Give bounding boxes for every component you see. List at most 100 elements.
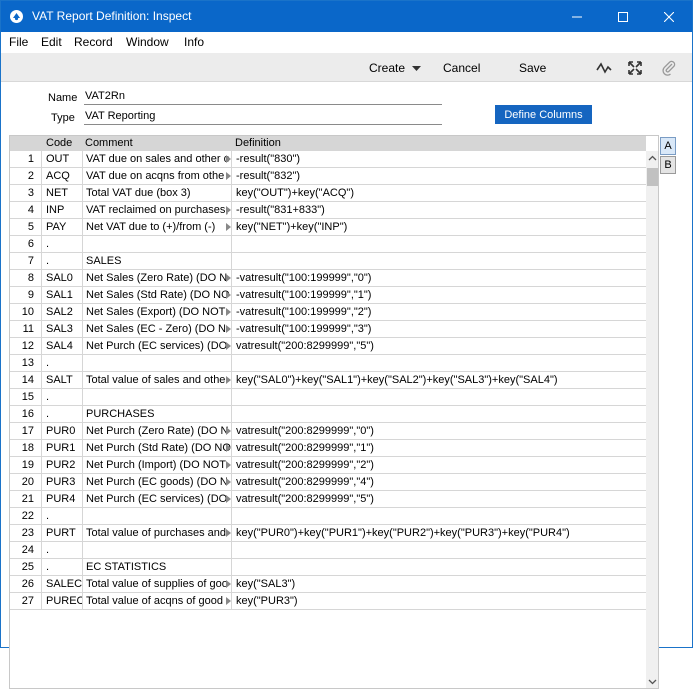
table-row[interactable]: 27 PUREC Total value of acqns of good key("… [10, 593, 646, 610]
definition-cell[interactable]: key("SAL0")+key("SAL1")+key("SAL2")+key(… [232, 372, 646, 388]
scroll-thumb[interactable] [647, 168, 658, 186]
code-cell[interactable]: SAL0 [42, 270, 83, 286]
table-row[interactable]: 1 OUT VAT due on sales and other o -result(… [10, 151, 646, 168]
save-button[interactable]: Save [519, 61, 546, 75]
table-row[interactable]: 13. [10, 355, 646, 372]
type-field[interactable]: VAT Reporting [84, 109, 442, 125]
menu-edit[interactable]: Edit [41, 35, 62, 49]
comment-cell[interactable]: Total value of supplies of goo [83, 576, 232, 592]
code-cell[interactable]: PURT [42, 525, 83, 541]
name-field[interactable]: VAT2Rn [84, 89, 442, 105]
comment-cell[interactable] [83, 508, 232, 524]
row-number-cell[interactable]: 22 [10, 508, 42, 524]
code-cell[interactable]: . [42, 508, 83, 524]
tab-b[interactable]: B [660, 156, 676, 174]
comment-cell[interactable] [83, 355, 232, 371]
code-cell[interactable]: SAL4 [42, 338, 83, 354]
row-number-cell[interactable]: 11 [10, 321, 42, 337]
row-number-cell[interactable]: 16 [10, 406, 42, 422]
table-row[interactable]: 21 PUR4 Net Purch (EC services) (DO vatresu… [10, 491, 646, 508]
table-row[interactable]: 26 SALEC Total value of supplies of goo key… [10, 576, 646, 593]
comment-cell[interactable]: VAT due on sales and other o [83, 151, 232, 167]
code-cell[interactable]: . [42, 355, 83, 371]
close-button[interactable] [646, 1, 692, 32]
code-cell[interactable]: . [42, 253, 83, 269]
row-number-cell[interactable]: 3 [10, 185, 42, 201]
row-number-cell[interactable]: 26 [10, 576, 42, 592]
scroll-up-icon[interactable] [648, 154, 657, 163]
code-cell[interactable]: SALT [42, 372, 83, 388]
vertical-scrollbar[interactable] [646, 151, 658, 688]
table-row[interactable]: 3 NET Total VAT due (box 3) key("OUT")+key(… [10, 185, 646, 202]
code-cell[interactable]: SALEC [42, 576, 83, 592]
definition-cell[interactable] [232, 559, 646, 575]
definition-cell[interactable]: -vatresult("100:199999","2") [232, 304, 646, 320]
definition-cell[interactable]: key("PUR0")+key("PUR1")+key("PUR2")+key(… [232, 525, 646, 541]
definition-cell[interactable]: vatresult("200:8299999","0") [232, 423, 646, 439]
definition-cell[interactable]: key("PUR3") [232, 593, 646, 609]
comment-cell[interactable]: Net Purch (EC services) (DO [83, 491, 232, 507]
code-cell[interactable]: INP [42, 202, 83, 218]
definition-cell[interactable]: -result("830") [232, 151, 646, 167]
code-cell[interactable]: . [42, 389, 83, 405]
row-number-cell[interactable]: 13 [10, 355, 42, 371]
table-row[interactable]: 10 SAL2 Net Sales (Export) (DO NOT -vatresu… [10, 304, 646, 321]
table-row[interactable]: 22. [10, 508, 646, 525]
table-row[interactable]: 15. [10, 389, 646, 406]
table-row[interactable]: 6. [10, 236, 646, 253]
row-number-cell[interactable]: 21 [10, 491, 42, 507]
code-cell[interactable]: . [42, 542, 83, 558]
menu-window[interactable]: Window [126, 35, 169, 49]
table-row[interactable]: 18 PUR1 Net Purch (Std Rate) (DO NO vatresu… [10, 440, 646, 457]
table-row[interactable]: 25. EC STATISTICS [10, 559, 646, 576]
definition-cell[interactable]: -vatresult("100:199999","0") [232, 270, 646, 286]
expand-icon[interactable] [626, 59, 644, 77]
definition-cell[interactable] [232, 253, 646, 269]
row-number-cell[interactable]: 8 [10, 270, 42, 286]
table-row[interactable]: 4 INP VAT reclaimed on purchases, -result("… [10, 202, 646, 219]
definition-cell[interactable] [232, 389, 646, 405]
definition-cell[interactable]: vatresult("200:8299999","2") [232, 457, 646, 473]
definition-cell[interactable]: vatresult("200:8299999","4") [232, 474, 646, 490]
code-cell[interactable]: PUR4 [42, 491, 83, 507]
code-cell[interactable]: PUR2 [42, 457, 83, 473]
row-number-cell[interactable]: 24 [10, 542, 42, 558]
code-cell[interactable]: SAL1 [42, 287, 83, 303]
comment-cell[interactable]: Net Purch (Zero Rate) (DO N [83, 423, 232, 439]
table-row[interactable]: 20 PUR3 Net Purch (EC goods) (DO N vatresul… [10, 474, 646, 491]
row-number-cell[interactable]: 23 [10, 525, 42, 541]
comment-cell[interactable]: Total value of purchases and [83, 525, 232, 541]
definition-cell[interactable]: key("OUT")+key("ACQ") [232, 185, 646, 201]
code-cell[interactable]: PUREC [42, 593, 83, 609]
code-cell[interactable]: PUR0 [42, 423, 83, 439]
row-number-cell[interactable]: 27 [10, 593, 42, 609]
table-row[interactable]: 14 SALT Total value of sales and othe key("… [10, 372, 646, 389]
comment-cell[interactable]: Net Sales (Zero Rate) (DO N [83, 270, 232, 286]
row-number-cell[interactable]: 2 [10, 168, 42, 184]
comment-cell[interactable]: SALES [83, 253, 232, 269]
definition-cell[interactable] [232, 236, 646, 252]
comment-cell[interactable]: Total VAT due (box 3) [83, 185, 232, 201]
table-row[interactable]: 12 SAL4 Net Purch (EC services) (DO vatresu… [10, 338, 646, 355]
code-cell[interactable]: OUT [42, 151, 83, 167]
scroll-down-icon[interactable] [648, 677, 657, 686]
create-button[interactable]: Create [369, 61, 422, 75]
definition-cell[interactable] [232, 355, 646, 371]
definition-cell[interactable]: -result("832") [232, 168, 646, 184]
comment-cell[interactable]: EC STATISTICS [83, 559, 232, 575]
code-cell[interactable]: . [42, 236, 83, 252]
row-number-cell[interactable]: 15 [10, 389, 42, 405]
code-cell[interactable]: SAL3 [42, 321, 83, 337]
row-number-cell[interactable]: 6 [10, 236, 42, 252]
definition-cell[interactable]: key("SAL3") [232, 576, 646, 592]
menu-record[interactable]: Record [74, 35, 113, 49]
definition-cell[interactable]: vatresult("200:8299999","5") [232, 338, 646, 354]
code-cell[interactable]: PUR3 [42, 474, 83, 490]
comment-cell[interactable]: Total value of sales and othe [83, 372, 232, 388]
table-row[interactable]: 11 SAL3 Net Sales (EC - Zero) (DO N -vatres… [10, 321, 646, 338]
row-number-cell[interactable]: 10 [10, 304, 42, 320]
cancel-button[interactable]: Cancel [443, 61, 480, 75]
row-number-cell[interactable]: 12 [10, 338, 42, 354]
table-row[interactable]: 19 PUR2 Net Purch (Import) (DO NOT vatresul… [10, 457, 646, 474]
comment-cell[interactable]: Net Purch (Std Rate) (DO NO [83, 440, 232, 456]
